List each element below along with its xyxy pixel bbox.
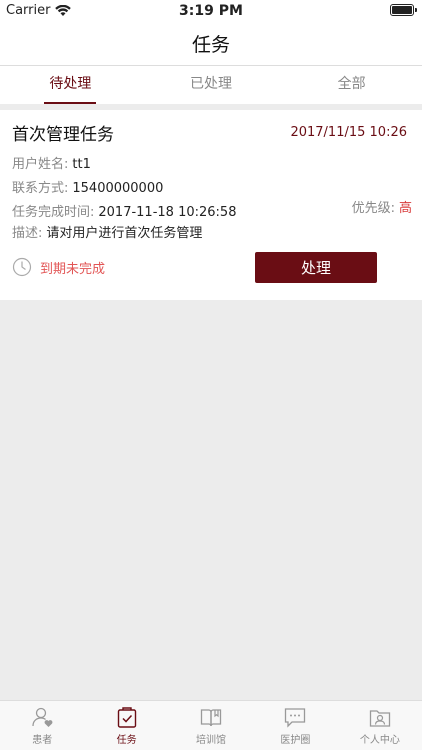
contact-row: 联系方式: 15400000000 <box>12 177 163 196</box>
tabbar-label-tasks: 任务 <box>116 735 137 746</box>
overdue-text: 到期未完成 <box>40 261 106 277</box>
desc-row: 描述: 请对用户进行首次任务管理 <box>12 222 202 241</box>
deadline-label: 任务完成时间: <box>12 205 95 220</box>
patient-icon <box>32 707 53 727</box>
segment-tabs: 待处理 已处理 全部 <box>0 66 422 106</box>
tabbar-label-patients: 患者 <box>32 735 53 746</box>
deadline-value: 2017-11-18 10:26:58 <box>98 205 237 220</box>
priority-label: 优先级: <box>351 201 395 216</box>
book-icon <box>200 709 222 727</box>
overdue-status: 到期未完成 <box>12 257 105 277</box>
status-time: 3:19 PM <box>179 3 243 19</box>
contact-value: 15400000000 <box>72 181 164 196</box>
user-row: 用户姓名: tt1 <box>12 153 91 172</box>
priority-value: 高 <box>398 201 412 216</box>
deadline-row: 任务完成时间: 2017-11-18 10:26:58 <box>12 201 236 220</box>
tabbar-item-tasks[interactable]: 任务 <box>84 701 168 750</box>
task-icon <box>117 707 136 728</box>
profile-icon <box>369 710 390 727</box>
tabbar-item-training[interactable]: 培训馆 <box>169 701 253 750</box>
bottom-tabbar: 患者 任务 培训馆 医护圈 个人中心 <box>0 700 422 750</box>
status-bar: Carrier 3:19 PM <box>0 0 422 22</box>
tabbar-item-profile[interactable]: 个人中心 <box>338 701 422 750</box>
tab-pending[interactable]: 待处理 <box>0 66 141 106</box>
process-button[interactable]: 处理 <box>255 252 377 283</box>
chat-icon <box>285 708 306 728</box>
clock-icon <box>12 257 32 277</box>
tabbar-label-profile: 个人中心 <box>359 735 400 746</box>
priority: 优先级: 高 <box>352 197 412 216</box>
tabbar-label-training: 培训馆 <box>196 735 227 746</box>
user-value: tt1 <box>72 157 91 172</box>
tab-all[interactable]: 全部 <box>281 66 422 106</box>
task-date: 2017/11/15 10:26 <box>290 125 407 140</box>
tabbar-item-patients[interactable]: 患者 <box>0 701 84 750</box>
task-card[interactable]: 首次管理任务 2017/11/15 10:26 用户姓名: tt1 联系方式: 15… <box>0 110 422 300</box>
desc-label: 描述: <box>12 226 43 241</box>
contact-label: 联系方式: <box>12 181 69 196</box>
user-label: 用户姓名: <box>12 157 69 172</box>
tabbar-label-circle: 医护圈 <box>280 735 311 746</box>
nav-bar: 任务 <box>0 22 422 66</box>
page-title: 任务 <box>191 34 230 56</box>
task-title: 首次管理任务 <box>12 125 114 145</box>
desc-value: 请对用户进行首次任务管理 <box>46 226 203 241</box>
battery-icon <box>390 4 417 16</box>
tab-processed[interactable]: 已处理 <box>141 66 282 106</box>
tabbar-item-circle[interactable]: 医护圈 <box>253 701 337 750</box>
